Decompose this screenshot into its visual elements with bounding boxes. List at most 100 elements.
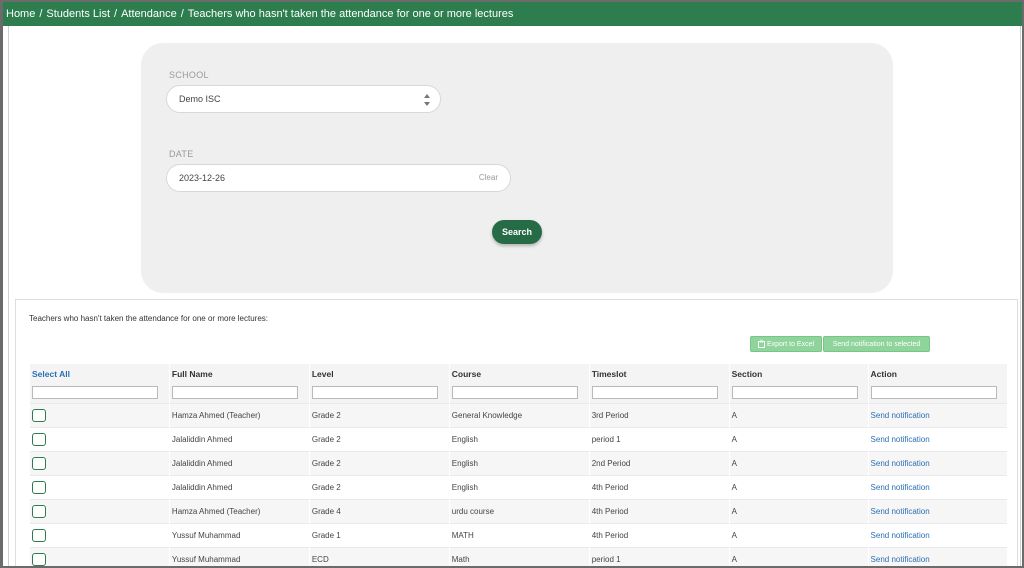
column-header-level[interactable]: Level [308,364,450,383]
cell-action: Send notification [867,475,1007,499]
filter-panel: SCHOOL Demo ISC DATE 2023-12-26 Clear [141,43,893,293]
cell-full-name: Jalaliddin Ahmed [168,475,310,499]
table-header-row: Select All Full Name Level Course Timesl… [29,364,1007,383]
row-select-cell [29,547,170,566]
cell-timeslot: 4th Period [588,475,730,499]
breadcrumb-separator: / [39,8,43,20]
row-select-cell [29,499,170,523]
column-header-section[interactable]: Section [728,364,869,383]
cell-full-name: Hamza Ahmed (Teacher) [168,499,310,523]
breadcrumb-students-list[interactable]: Students List [46,8,110,20]
filter-full-name-input[interactable] [171,386,298,400]
cell-full-name: Yussuf Muhammad [168,547,310,566]
table-row: Jalaliddin Ahmed Grade 2 English 2nd Per… [29,451,1007,475]
cell-full-name: Jalaliddin Ahmed [168,451,310,475]
filter-timeslot-input[interactable] [591,386,718,400]
send-notification-link[interactable]: Send notification [871,483,930,492]
cell-course: General Knowledge [448,403,590,427]
column-header-action[interactable]: Action [867,364,1007,383]
filter-select-input[interactable] [32,386,158,400]
cell-full-name: Hamza Ahmed (Teacher) [168,403,310,427]
breadcrumb-attendance[interactable]: Attendance [121,8,177,20]
row-checkbox[interactable] [32,552,46,566]
table-row: Hamza Ahmed (Teacher) Grade 2 General Kn… [29,403,1007,427]
filter-course-input[interactable] [451,386,578,400]
filter-cell [588,383,730,403]
cell-section: A [728,427,869,451]
date-input[interactable]: 2023-12-26 Clear [166,164,511,192]
excel-icon [757,339,765,348]
column-filter-row [29,383,1007,403]
filter-cell [29,383,170,403]
row-checkbox[interactable] [32,408,46,422]
filter-action-input[interactable] [870,386,997,400]
row-checkbox[interactable] [32,456,46,470]
school-label: SCHOOL [169,70,209,80]
school-select[interactable]: Demo ISC [166,85,441,113]
row-checkbox[interactable] [32,528,46,542]
app-frame: Home / Students List / Attendance / Teac… [0,0,1024,568]
column-header-full-name[interactable]: Full Name [168,364,310,383]
filter-cell [168,383,310,403]
cell-level: Grade 1 [308,523,450,547]
cell-action: Send notification [867,451,1007,475]
cell-action: Send notification [867,499,1007,523]
send-notification-link[interactable]: Send notification [871,507,930,516]
filter-cell [308,383,450,403]
row-checkbox[interactable] [32,504,46,518]
column-header-course[interactable]: Course [448,364,590,383]
clear-date-button[interactable]: Clear [479,173,498,182]
breadcrumb-separator: / [114,8,118,20]
cell-timeslot: 4th Period [588,523,730,547]
cell-section: A [728,451,869,475]
export-excel-button[interactable]: Export to Excel [750,336,822,352]
row-select-cell [29,403,170,427]
cell-level: Grade 2 [308,403,450,427]
filter-cell [728,383,869,403]
cell-course: English [448,451,590,475]
send-notification-link[interactable]: Send notification [871,555,930,564]
school-select-value: Demo ISC [179,94,221,104]
cell-action: Send notification [867,547,1007,566]
row-select-cell [29,427,170,451]
send-notification-link[interactable]: Send notification [871,459,930,468]
cell-level: Grade 2 [308,451,450,475]
row-select-cell [29,523,170,547]
date-input-value: 2023-12-26 [179,173,226,183]
export-excel-label: Export to Excel [766,340,815,348]
cell-section: A [728,475,869,499]
send-notification-link[interactable]: Send notification [871,435,930,444]
cell-timeslot: period 1 [588,427,730,451]
send-notification-link[interactable]: Send notification [871,531,930,540]
breadcrumb-home[interactable]: Home [6,8,35,20]
select-all-header[interactable]: Select All [29,364,170,383]
row-checkbox[interactable] [32,432,46,446]
cell-section: A [728,499,869,523]
cell-timeslot: 4th Period [588,499,730,523]
cell-level: Grade 4 [308,499,450,523]
search-button[interactable]: Search [492,220,542,244]
send-notification-link[interactable]: Send notification [871,411,930,420]
cell-course: MATH [448,523,590,547]
table-row: Jalaliddin Ahmed Grade 2 English period … [29,427,1007,451]
table-row: Jalaliddin Ahmed Grade 2 English 4th Per… [29,475,1007,499]
cell-course: Math [448,547,590,566]
cell-level: Grade 2 [308,475,450,499]
cell-timeslot: 3rd Period [588,403,730,427]
row-select-cell [29,451,170,475]
cell-course: English [448,475,590,499]
filter-level-input[interactable] [311,386,438,400]
filter-section-input[interactable] [731,386,858,400]
cell-action: Send notification [867,523,1007,547]
row-checkbox[interactable] [32,480,46,494]
send-notification-selected-button[interactable]: Send notification to selected [823,336,930,352]
row-select-cell [29,475,170,499]
cell-full-name: Jalaliddin Ahmed [168,427,310,451]
table-row: Yussuf Muhammad Grade 1 MATH 4th Period … [29,523,1007,547]
cell-full-name: Yussuf Muhammad [168,523,310,547]
table-row: Yussuf Muhammad ECD Math period 1 A Send… [29,547,1007,566]
breadcrumb-separator: / [180,8,184,20]
filter-cell [448,383,590,403]
column-header-timeslot[interactable]: Timeslot [588,364,730,383]
select-arrows-icon [424,94,430,106]
